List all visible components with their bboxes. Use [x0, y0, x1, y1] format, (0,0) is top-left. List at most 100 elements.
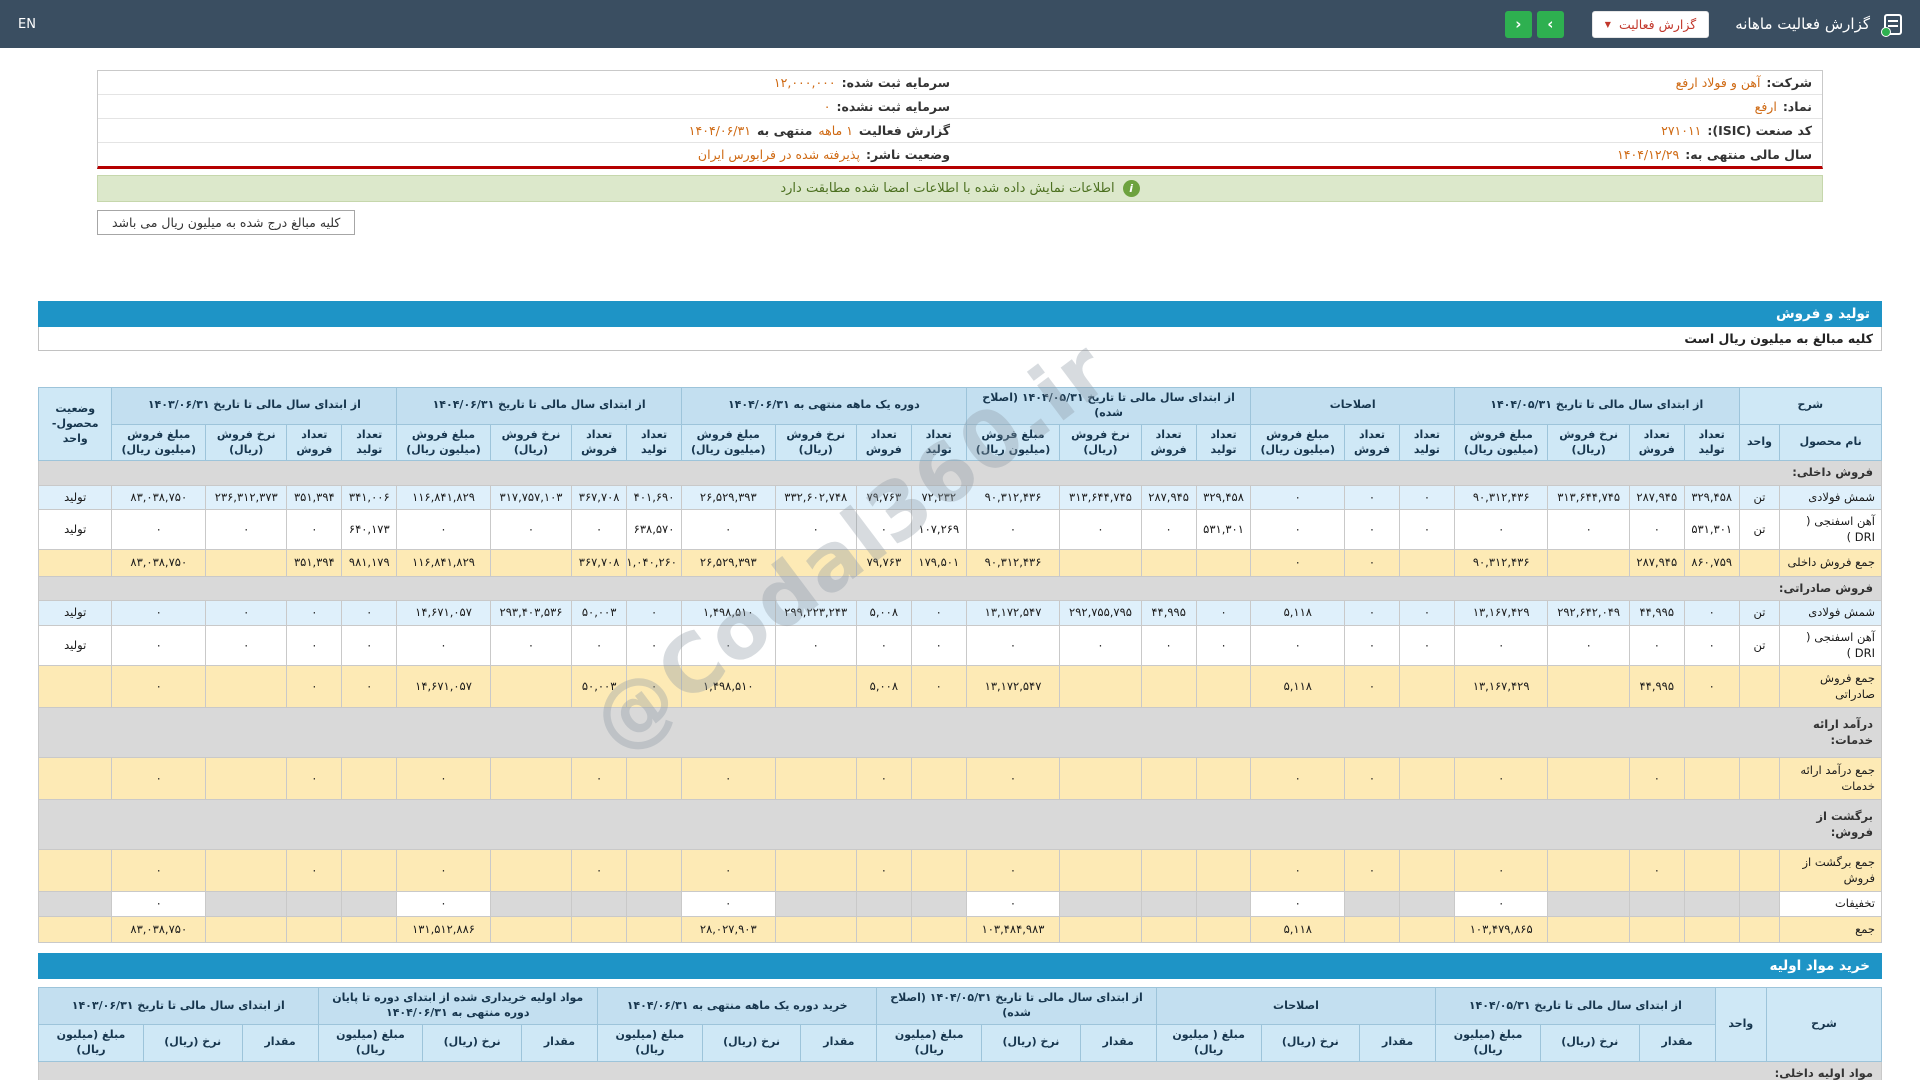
- value-cell: ۰: [1453, 757, 1549, 801]
- report-dropdown-label: گزارش فعالیت: [1618, 16, 1697, 32]
- value-cell: ۵۳۱,۳۰۱: [1683, 509, 1740, 551]
- header-status: وضعیت محصول-واحد: [37, 386, 113, 462]
- section-row: فروش داخلی:: [38, 460, 1882, 486]
- sub-header: مقدار: [1359, 1023, 1437, 1062]
- field-label: گزارش فعالیت: [858, 123, 950, 138]
- value-cell: ۰: [286, 849, 343, 893]
- sub-header: مقدار: [1638, 1023, 1716, 1062]
- sub-header: نرخ فروش (ریال): [1547, 423, 1630, 462]
- section-label-cell: درآمد ارائه خدمات:: [38, 707, 1882, 759]
- sub-header: نرخ (ریال): [981, 1023, 1081, 1062]
- field-value: ۱۲,۰۰۰,۰۰۰: [773, 75, 836, 90]
- value-cell: ۰: [571, 624, 628, 667]
- unit-cell: [1738, 849, 1781, 893]
- language-toggle[interactable]: EN: [18, 17, 36, 32]
- value-cell: ۰: [1398, 484, 1455, 511]
- group-header: از ابتدای سال مالی تا تاریخ ۱۴۰۴/۰۵/۳۱: [1453, 387, 1740, 425]
- value-cell: ۰: [1250, 757, 1346, 801]
- value-cell: [774, 891, 857, 917]
- company-info-row: شرکت: آهن و فولاد ارفع سرمایه ثبت شده: ۱۲,۰…: [98, 71, 1822, 95]
- value-cell: [1628, 915, 1685, 944]
- value-cell: ۳۱۳,۶۴۴,۷۴۵: [1547, 484, 1630, 511]
- value-cell: ۲۶,۵۲۹,۳۹۳: [680, 549, 776, 577]
- banner-text: اطلاعات نمایش داده شده با اطلاعات امضا ش…: [780, 181, 1115, 196]
- status-cell: تولید: [37, 624, 113, 667]
- company-field: سرمایه ثبت نشده: ۰: [98, 95, 960, 118]
- value-cell: ۵,۱۱۸: [1250, 600, 1346, 626]
- table-row: آهن اسفنجی ( DRI ) تن ۵۳۱,۳۰۱ ۰ ۰ ۰ ۰ ۰ ۰ ۵۳۱,۳۰۱…: [37, 509, 1882, 551]
- sub-header: مبلغ فروش (میلیون ریال): [965, 423, 1061, 462]
- value-cell: [1195, 549, 1252, 577]
- production-sales-table: شرح از ابتدای سال مالی تا تاریخ ۱۴۰۴/۰۵/۳…: [37, 386, 1883, 944]
- sub-header: نرخ (ریال): [142, 1023, 243, 1062]
- value-cell: [1195, 665, 1252, 709]
- company-field: گزارش فعالیت ۱ ماهه منتهی به ۱۴۰۴/۰۶/۳۱: [98, 119, 960, 142]
- value-cell: ۰: [1547, 509, 1630, 551]
- sub-header: تعداد فروش: [286, 423, 343, 462]
- value-cell: ۰: [965, 509, 1061, 551]
- value-cell: ۹۰,۳۱۲,۴۳۶: [1453, 484, 1549, 511]
- value-cell: ۲۹۲,۷۵۵,۷۹۵: [1059, 600, 1142, 626]
- sub-header: نرخ (ریال): [1539, 1023, 1640, 1062]
- group-header: از ابتدای سال مالی تا تاریخ ۱۴۰۳/۰۶/۳۱: [38, 987, 319, 1025]
- value-cell: ۵,۱۱۸: [1250, 665, 1346, 709]
- value-cell: ۴۴,۹۹۵: [1628, 600, 1685, 626]
- sub-header: مبلغ فروش (میلیون ریال): [1250, 423, 1346, 462]
- company-field: کد صنعت (ISIC): ۲۷۱۰۱۱: [960, 119, 1822, 142]
- status-cell: [37, 549, 113, 577]
- value-cell: ۳۶۷,۷۰۸: [571, 484, 628, 511]
- value-cell: ۹۰,۳۱۲,۴۳۶: [965, 549, 1061, 577]
- company-link[interactable]: ارفع: [1755, 99, 1777, 114]
- report-icon-badge: [1881, 26, 1891, 37]
- header-sharh: شرح: [1765, 987, 1883, 1062]
- value-cell: [855, 915, 912, 944]
- status-cell: تولید: [37, 484, 113, 511]
- value-cell: ۲۸,۰۲۷,۹۰۳: [680, 915, 776, 944]
- value-cell: ۷۹,۷۶۳: [855, 549, 912, 577]
- value-cell: [571, 915, 628, 944]
- value-cell: [341, 915, 398, 944]
- value-cell: ۰: [965, 757, 1061, 801]
- value-cell: ۰: [855, 624, 912, 667]
- unit-cell: تن: [1738, 509, 1781, 551]
- value-cell: ۴۰۱,۶۹۰: [626, 484, 682, 511]
- section-label-cell: فروش صادراتی:: [38, 575, 1882, 602]
- table-row: شمش فولادی تن ۳۲۹,۴۵۸ ۲۸۷,۹۴۵ ۳۱۳,۶۴۴,۷۴۵ ۹۰,…: [37, 484, 1882, 511]
- product-name-cell: جمع: [1779, 915, 1882, 944]
- section-label-cell: فروش داخلی:: [38, 460, 1882, 486]
- value-cell: ۱۱۶,۸۴۱,۸۲۹: [396, 549, 491, 577]
- value-cell: ۶۳۸,۵۷۰: [626, 509, 682, 551]
- company-link[interactable]: آهن و فولاد ارفع: [1676, 75, 1761, 90]
- value-cell: ۰: [111, 849, 207, 893]
- report-type-dropdown[interactable]: گزارش فعالیت ▼: [1591, 10, 1710, 38]
- field-value: پذیرفته شده در فرابورس ایران: [697, 147, 860, 162]
- company-info-panel: شرکت: آهن و فولاد ارفع سرمایه ثبت شده: ۱۲,۰…: [97, 70, 1823, 169]
- value-cell: [205, 915, 288, 944]
- group-header: دوره یک ماهه منتهی به ۱۴۰۴/۰۶/۳۱: [680, 387, 967, 425]
- section-row: فروش صادراتی:: [38, 575, 1882, 602]
- value-cell: ۱۳,۱۶۷,۴۲۹: [1453, 600, 1549, 626]
- value-cell: [1059, 665, 1142, 709]
- value-cell: ۰: [1683, 600, 1740, 626]
- sub-header: مبلغ فروش (میلیون ریال): [1453, 423, 1549, 462]
- section-row: درآمد ارائه خدمات:: [38, 707, 1882, 759]
- header-product-name: نام محصول: [1779, 423, 1882, 462]
- value-cell: ۰: [341, 600, 398, 626]
- value-cell: [626, 757, 682, 801]
- value-cell: ۲۸۷,۹۴۵: [1140, 484, 1197, 511]
- value-cell: ۰: [1344, 757, 1400, 801]
- value-cell: ۰: [111, 600, 207, 626]
- value-cell: [1398, 757, 1455, 801]
- next-period-button[interactable]: ›: [1536, 10, 1564, 38]
- header-unit: واحد: [1738, 423, 1781, 462]
- prev-period-button[interactable]: ‹: [1504, 10, 1532, 38]
- status-cell: [37, 665, 113, 709]
- sub-header: نرخ (ریال): [1260, 1023, 1361, 1062]
- company-info-row: کد صنعت (ISIC): ۲۷۱۰۱۱ گزارش فعالیت ۱ ماهه م…: [98, 119, 1822, 143]
- company-field: وضعیت ناشر: پذیرفته شده در فرابورس ایران: [98, 143, 960, 166]
- group-header: خرید دوره یک ماهه منتهی به ۱۴۰۴/۰۶/۳۱: [596, 987, 878, 1025]
- company-field: نماد: ارفع: [960, 95, 1822, 118]
- value-cell: ۸۳,۰۳۸,۷۵۰: [111, 484, 207, 511]
- value-cell: ۰: [1683, 624, 1740, 667]
- value-cell: ۰: [680, 624, 776, 667]
